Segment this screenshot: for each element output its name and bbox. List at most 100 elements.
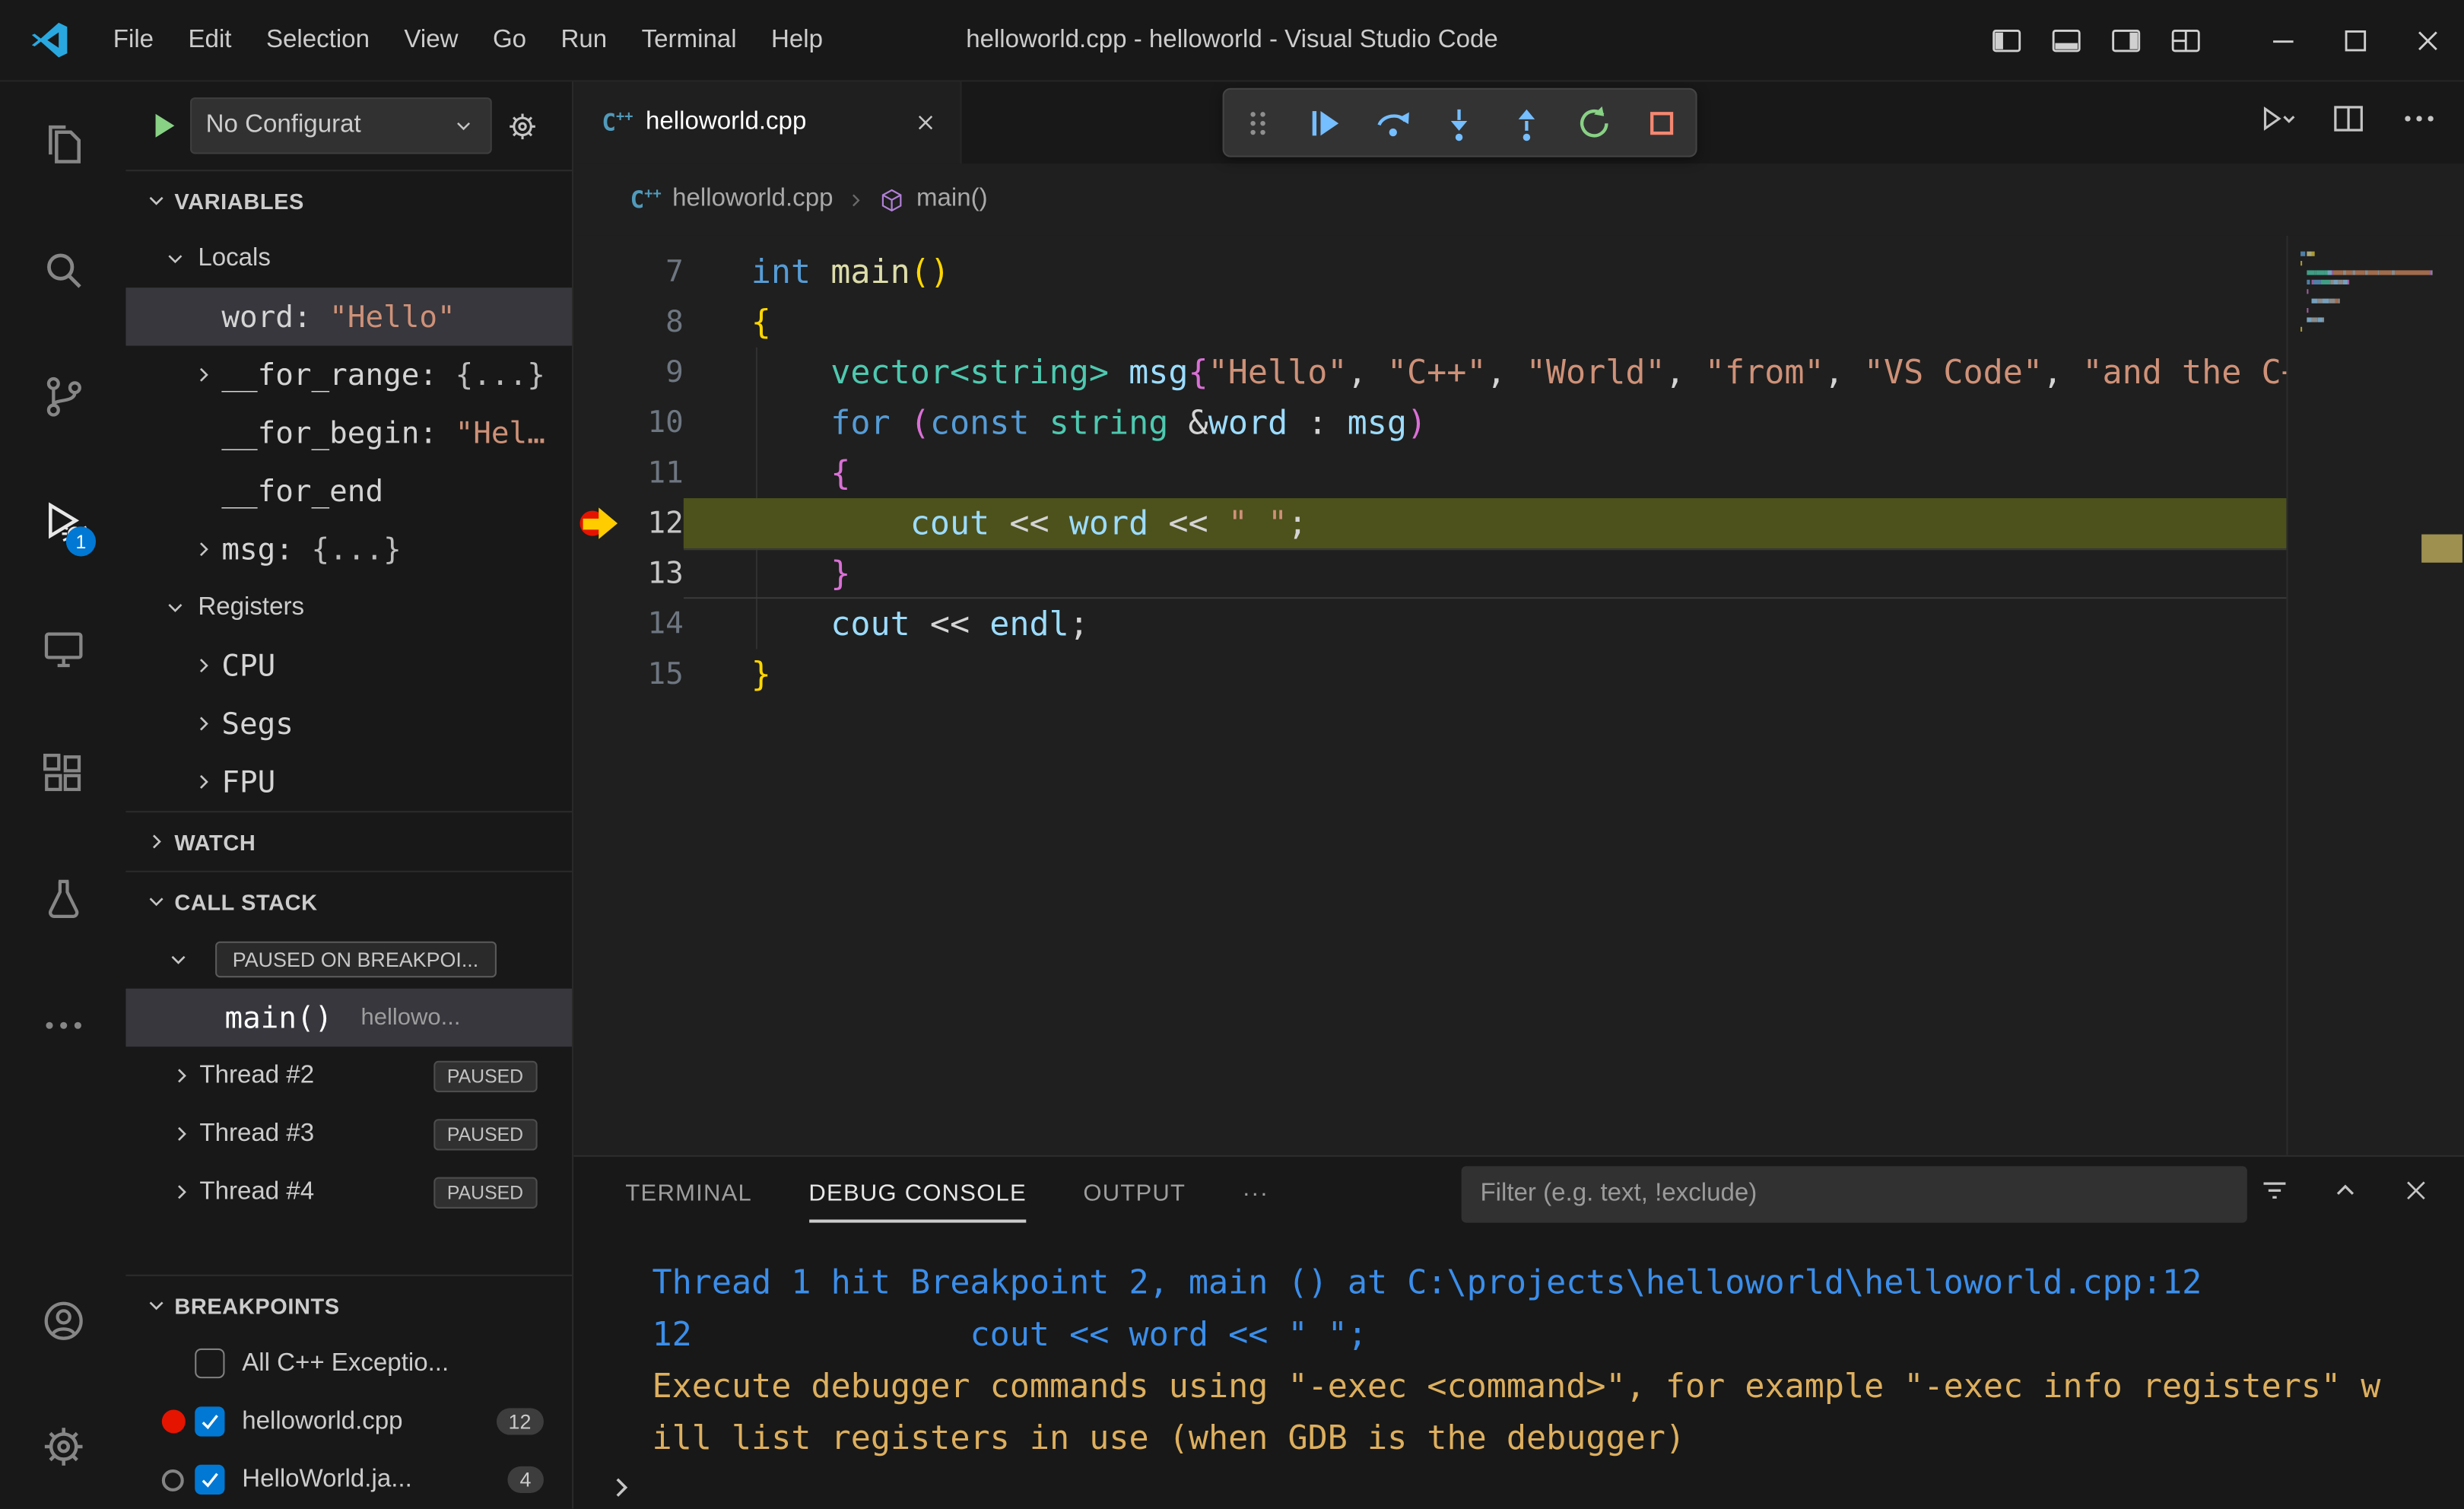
tab-helloworld-cpp[interactable]: C++ helloworld.cpp: [573, 81, 962, 164]
code-line-text[interactable]: vector<string> msg{"Hello", "C++", "Worl…: [751, 348, 2286, 398]
debug-continue-button[interactable]: [1297, 94, 1353, 151]
chevron-right-icon: [186, 361, 222, 388]
variable-row-for-end[interactable]: __for_end: [125, 462, 572, 519]
code-line-text[interactable]: }: [751, 649, 2287, 699]
activity-testing[interactable]: [0, 836, 125, 961]
thread-row-thread-3[interactable]: Thread #3 PAUSED: [125, 1105, 572, 1163]
activity-remote-explorer[interactable]: [0, 585, 125, 710]
restart-icon: [1575, 103, 1615, 142]
gutter-glyph-margin[interactable]: [573, 498, 621, 548]
variables-group-registers[interactable]: Registers: [125, 578, 572, 636]
callstack-frame-row[interactable]: main() hellowo...: [125, 988, 573, 1047]
panel-tab-output[interactable]: OUTPUT: [1083, 1157, 1186, 1232]
variables-group-locals[interactable]: Locals: [125, 230, 572, 288]
menu-file[interactable]: File: [96, 0, 171, 81]
debug-step-over-button[interactable]: [1364, 94, 1421, 151]
chevron-down-icon: [157, 245, 194, 272]
panel-tab-terminal[interactable]: TERMINAL: [625, 1157, 752, 1232]
variable-row-word[interactable]: word: "Hello": [125, 288, 573, 346]
console-prompt-chevron-icon[interactable]: [602, 1468, 640, 1506]
console-filter-button[interactable]: [2258, 1174, 2291, 1215]
maximize-button[interactable]: [2320, 0, 2392, 80]
debug-config-dropdown[interactable]: No Configurat: [190, 97, 492, 154]
panel-tab-debug-console[interactable]: DEBUG CONSOLE: [808, 1157, 1027, 1232]
gutter-glyph-margin[interactable]: [573, 599, 621, 649]
layout-sidebar-right-button[interactable]: [2096, 0, 2156, 80]
layout-customize-button[interactable]: [2156, 0, 2216, 80]
gutter-glyph-margin[interactable]: [573, 398, 621, 448]
activity-more[interactable]: [0, 962, 125, 1088]
gutter-glyph-margin[interactable]: [573, 548, 621, 599]
variable-row-for-begin[interactable]: __for_begin: "Hel…: [125, 404, 572, 462]
gear-icon: [39, 1422, 87, 1470]
breakpoint-checkbox[interactable]: [195, 1348, 225, 1379]
activity-account[interactable]: [0, 1257, 125, 1383]
breadcrumb-item-helloworld-cpp[interactable]: C++ helloworld.cpp: [630, 186, 834, 214]
gutter-glyph-margin[interactable]: [573, 246, 621, 297]
run-or-debug-button[interactable]: [2258, 99, 2297, 146]
layout-panel-button[interactable]: [2037, 0, 2097, 80]
close-button[interactable]: [2392, 0, 2464, 80]
close-panel-button[interactable]: [2399, 1174, 2432, 1215]
gutter-glyph-margin[interactable]: [573, 348, 621, 398]
editor-more-actions-button[interactable]: [2399, 99, 2439, 146]
breadcrumb-item-main[interactable]: main(): [878, 186, 988, 214]
code-line-text[interactable]: cout << endl;: [751, 599, 2287, 649]
maximize-panel-button[interactable]: [2329, 1174, 2361, 1215]
minimize-button[interactable]: [2247, 0, 2320, 80]
layout-sidebar-left-button[interactable]: [1977, 0, 2037, 80]
menu-view[interactable]: View: [387, 0, 476, 81]
code-line-text[interactable]: }: [684, 548, 2287, 599]
variables-section-header[interactable]: VARIABLES: [125, 170, 573, 230]
breakpoint-checkbox[interactable]: [195, 1406, 225, 1437]
menu-edit[interactable]: Edit: [171, 0, 249, 81]
close-tab-icon[interactable]: [913, 110, 938, 135]
breakpoint-row-helloworld-cpp[interactable]: helloworld.cpp 12: [125, 1393, 572, 1450]
callstack-section-header[interactable]: CALL STACK: [125, 870, 573, 931]
breakpoint-checkbox[interactable]: [195, 1464, 225, 1495]
code-line-text[interactable]: for (const string &word : msg): [751, 398, 2287, 448]
gutter-glyph-margin[interactable]: [573, 649, 621, 699]
debug-step-out-button[interactable]: [1499, 94, 1555, 151]
console-filter-input[interactable]: [1461, 1166, 2247, 1223]
activity-extensions[interactable]: [0, 710, 125, 836]
minimap[interactable]: [2286, 235, 2464, 1155]
variable-row-for-range[interactable]: __for_range: {...}: [125, 346, 572, 404]
gutter-glyph-margin[interactable]: [573, 297, 621, 348]
gear-icon[interactable]: [506, 110, 538, 142]
thread-row-thread-4[interactable]: Thread #4 PAUSED: [125, 1163, 572, 1221]
debug-toolbar: [1222, 87, 1697, 157]
code-line: 10 for (const string &word : msg): [573, 398, 2286, 448]
variable-row-fpu[interactable]: FPU: [125, 753, 572, 811]
menu-go[interactable]: Go: [475, 0, 544, 81]
breakpoint-row-all-c-exceptio[interactable]: All C++ Exceptio...: [125, 1334, 572, 1392]
debug-restart-button[interactable]: [1566, 94, 1622, 151]
code-line-text[interactable]: {: [751, 448, 2287, 498]
start-debugging-button[interactable]: [144, 107, 183, 145]
menu-run[interactable]: Run: [544, 0, 624, 81]
breakpoint-row-helloworld-ja[interactable]: HelloWorld.ja... 4: [125, 1450, 572, 1508]
code-line-text[interactable]: cout << word << " ";: [683, 498, 2287, 549]
split-editor-button[interactable]: [2329, 99, 2368, 146]
gutter-glyph-margin[interactable]: [573, 448, 621, 498]
variable-row-msg[interactable]: msg: {...}: [125, 520, 572, 578]
code-line-text[interactable]: {: [751, 297, 2287, 348]
debug-step-into-button[interactable]: [1431, 94, 1488, 151]
debug-stop-button[interactable]: [1634, 94, 1690, 151]
variable-row-cpu[interactable]: CPU: [125, 637, 572, 694]
breakpoints-section-header[interactable]: BREAKPOINTS: [125, 1274, 573, 1335]
activity-search[interactable]: [0, 208, 125, 333]
activity-run-and-debug[interactable]: 1: [0, 459, 125, 584]
watch-section-header[interactable]: WATCH: [125, 811, 573, 871]
thread-row-thread-2[interactable]: Thread #2 PAUSED: [125, 1047, 572, 1104]
activity-settings[interactable]: [0, 1383, 125, 1508]
menu-help[interactable]: Help: [754, 0, 840, 81]
menu-selection[interactable]: Selection: [249, 0, 386, 81]
code-line-text[interactable]: int main(): [751, 246, 2287, 297]
menu-terminal[interactable]: Terminal: [624, 0, 754, 81]
variable-row-segs[interactable]: Segs: [125, 694, 572, 752]
activity-explorer[interactable]: [0, 81, 125, 207]
panel-tab-more[interactable]: ···: [1243, 1157, 1269, 1232]
activity-source-control[interactable]: [0, 333, 125, 459]
callstack-session-row[interactable]: PAUSED ON BREAKPOI...: [125, 930, 572, 988]
